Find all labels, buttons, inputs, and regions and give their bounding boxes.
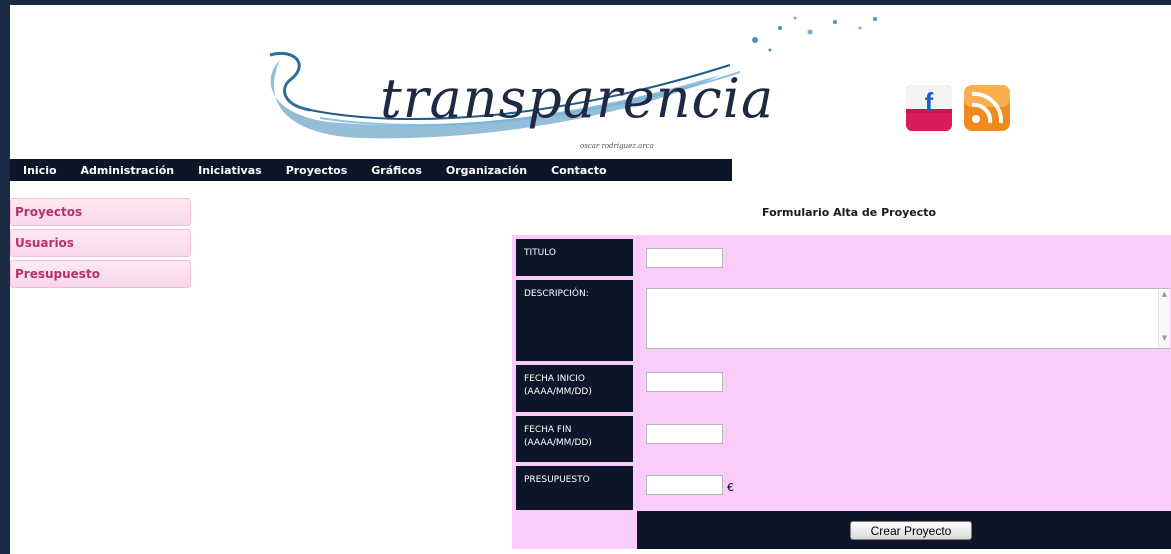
titulo-label: TITULO — [524, 248, 557, 258]
menu-item-presupuesto[interactable]: Presupuesto — [10, 260, 191, 288]
page: transparencia oscar rodriguez.arca f Ini… — [10, 5, 1171, 554]
crear-proyecto-button[interactable]: Crear Proyecto — [850, 521, 972, 540]
nav-item-iniciativas[interactable]: Iniciativas — [198, 164, 262, 177]
nav-item-graficos[interactable]: Gráficos — [371, 164, 422, 177]
form-title: Formulario Alta de Proyecto — [762, 206, 937, 219]
scroll-down-icon[interactable]: ▼ — [1159, 334, 1170, 342]
titulo-label-cell: TITULO — [516, 239, 633, 276]
facebook-icon[interactable]: f — [904, 81, 956, 137]
nav-item-contacto[interactable]: Contacto — [551, 164, 606, 177]
fecha-inicio-label: FECHA INICIO — [524, 374, 585, 384]
fecha-fin-label-cell: FECHA FIN (AAAA/MM/DD) — [516, 416, 633, 462]
scroll-up-icon[interactable]: ▲ — [1159, 290, 1170, 298]
fecha-inicio-label-cell: FECHA INICIO (AAAA/MM/DD) — [516, 365, 633, 412]
main-navbar: Inicio Administración Iniciativas Proyec… — [10, 159, 732, 181]
left-menu: Proyectos Usuarios Presupuesto — [10, 198, 191, 291]
project-form: TITULO DESCRIPCIÓN: ▲ ▼ FECHA INICIO (AA… — [512, 235, 1171, 549]
descripcion-scrollbar[interactable]: ▲ ▼ — [1158, 289, 1170, 348]
fecha-inicio-hint: (AAAA/MM/DD) — [524, 387, 592, 397]
presupuesto-input[interactable] — [646, 475, 723, 495]
titulo-input[interactable] — [646, 248, 723, 268]
presupuesto-label: PRESUPUESTO — [524, 475, 590, 485]
logo-text: transparencia — [380, 67, 775, 130]
facebook-label: f — [925, 87, 934, 117]
logo-tagline: oscar rodriguez.arca — [580, 142, 654, 150]
nav-item-proyectos[interactable]: Proyectos — [286, 164, 348, 177]
nav-item-inicio[interactable]: Inicio — [23, 164, 57, 177]
nav-item-administracion[interactable]: Administración — [81, 164, 175, 177]
menu-item-usuarios[interactable]: Usuarios — [10, 229, 191, 257]
descripcion-textarea[interactable] — [646, 288, 1170, 349]
nav-item-organizacion[interactable]: Organización — [446, 164, 527, 177]
fecha-inicio-input[interactable] — [646, 372, 723, 392]
fecha-fin-hint: (AAAA/MM/DD) — [524, 438, 592, 448]
descripcion-label-cell: DESCRIPCIÓN: — [516, 280, 633, 361]
rss-icon[interactable] — [962, 81, 1014, 137]
submit-bar: Crear Proyecto — [637, 511, 1171, 549]
fecha-fin-input[interactable] — [646, 424, 723, 444]
presupuesto-label-cell: PRESUPUESTO — [516, 466, 633, 510]
menu-item-proyectos[interactable]: Proyectos — [10, 198, 191, 226]
fecha-fin-label: FECHA FIN — [524, 425, 572, 435]
euro-symbol: € — [727, 481, 734, 494]
descripcion-label: DESCRIPCIÓN: — [524, 289, 589, 299]
